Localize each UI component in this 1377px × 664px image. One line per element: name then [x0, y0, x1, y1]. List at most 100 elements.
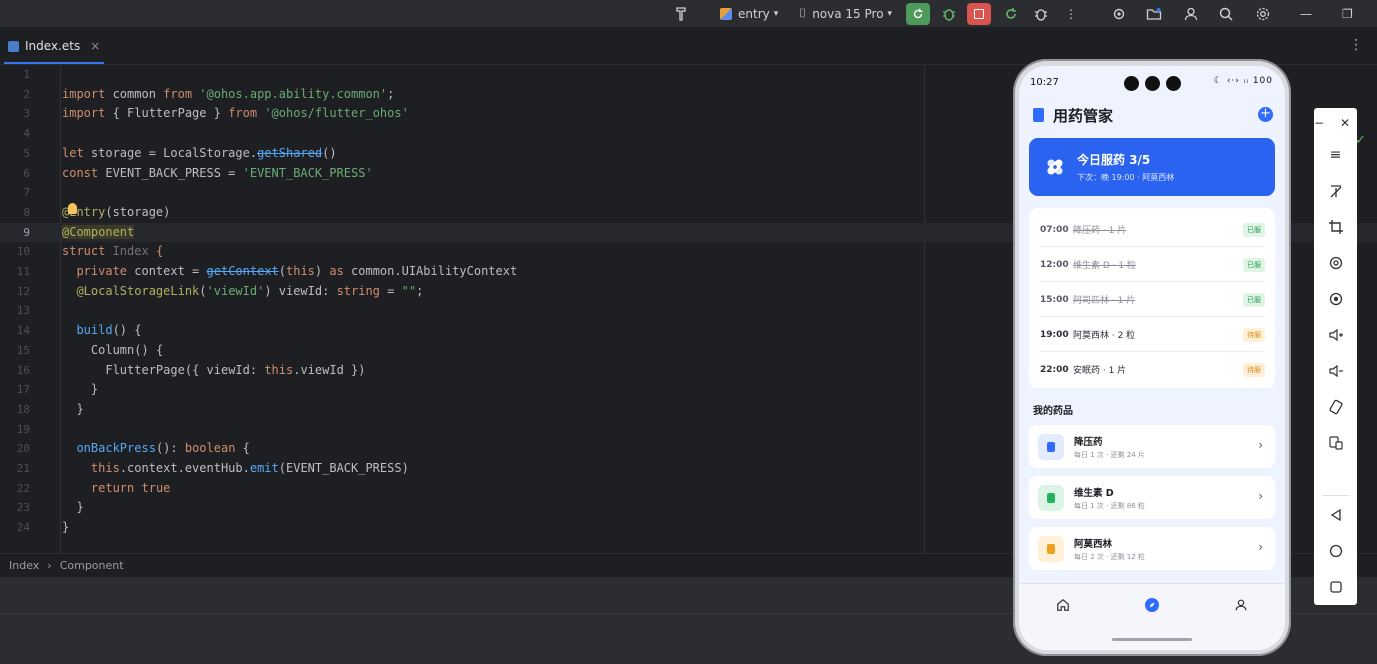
ide-window: entry ▾ ⌷ nova 15 Pro ▾ ⋮ — ❐ Index.ets …	[0, 0, 1377, 664]
line-number: 21	[16, 462, 30, 475]
schedule-row[interactable]: 07:00 降压药 · 1 片 已服	[1029, 212, 1275, 247]
home-indicator[interactable]	[1112, 638, 1192, 641]
target-icon[interactable]	[1110, 0, 1128, 27]
code-token: context =	[127, 264, 207, 278]
search-icon[interactable]	[1217, 0, 1235, 27]
emulator-close-icon[interactable]: ✕	[1334, 108, 1356, 138]
volume-up-icon[interactable]	[1314, 320, 1357, 350]
code-token: ({ viewId:	[184, 362, 265, 377]
schedule-row[interactable]: 22:00 安眠药 · 1 片 待服	[1029, 352, 1275, 387]
multi-screen-icon[interactable]	[1314, 428, 1357, 458]
code-token: ""	[401, 283, 417, 298]
medication-card[interactable]: 降压药 每日 1 次 · 还剩 24 片 ›	[1029, 425, 1275, 468]
build-tool-icon[interactable]	[674, 0, 692, 27]
more-actions-icon[interactable]: ⋮	[1065, 0, 1077, 27]
close-icon[interactable]: ×	[90, 39, 100, 53]
code-token: (storage)	[105, 204, 171, 219]
volume-down-icon[interactable]	[1314, 356, 1357, 386]
settings-gear-icon[interactable]	[1254, 0, 1272, 27]
stop-button[interactable]	[967, 0, 991, 27]
code-token: storage = LocalStorage.	[83, 145, 258, 160]
code-token: @Component	[62, 224, 135, 239]
nav-explore-icon[interactable]	[1144, 597, 1160, 613]
home-icon[interactable]	[1314, 536, 1357, 566]
chevron-right-icon: ›	[1258, 489, 1263, 503]
breadcrumb-separator: ›	[47, 559, 52, 572]
code-token: string	[336, 283, 380, 298]
run-button[interactable]	[906, 0, 930, 27]
code-token: }	[76, 500, 84, 515]
code-token: )	[314, 264, 330, 278]
code-token: Index	[105, 244, 156, 259]
camera-cutout	[1166, 76, 1181, 91]
today-summary-card[interactable]: 今日服药 3/5 下次：晚 19:00 · 阿莫西林	[1029, 138, 1275, 196]
module-icon	[720, 7, 732, 20]
pin-off-icon[interactable]	[1314, 176, 1357, 206]
rotate-device-icon[interactable]	[1314, 392, 1357, 422]
schedule-row[interactable]: 12:00 维生素 D · 1 粒 已服	[1029, 247, 1275, 282]
add-medication-button[interactable]: +	[1258, 107, 1273, 122]
debug-button[interactable]	[940, 0, 958, 27]
emulator-minimize-icon[interactable]: −	[1308, 108, 1330, 138]
code-token: import	[62, 106, 106, 121]
intention-bulb-icon[interactable]	[68, 203, 77, 214]
module-selector[interactable]: entry ▾	[720, 0, 778, 27]
device-selector[interactable]: ⌷ nova 15 Pro ▾	[799, 0, 892, 27]
folder-icon[interactable]	[1145, 0, 1163, 27]
line-number: 18	[16, 402, 30, 416]
rotate-icon[interactable]	[1314, 248, 1357, 278]
menu-icon[interactable]: ≡	[1314, 140, 1357, 170]
crop-icon[interactable]	[1314, 212, 1357, 242]
status-time: 10:27	[1030, 77, 1059, 88]
code-token: () {	[134, 342, 164, 357]
nav-home-icon[interactable]	[1055, 597, 1071, 613]
breadcrumb-item-index[interactable]: Index	[9, 559, 39, 572]
chevron-right-icon: ›	[1258, 438, 1263, 452]
recents-icon[interactable]	[1314, 572, 1357, 602]
code-token: @LocalStorageLink	[76, 283, 200, 298]
line-number: 17	[16, 383, 30, 397]
schedule-row[interactable]: 15:00 阿司匹林 · 1 片 已服	[1029, 282, 1275, 317]
code-token: EVENT_BACK_PRESS =	[98, 165, 243, 180]
code-token: {	[155, 244, 164, 259]
camera-cutout	[1124, 76, 1139, 91]
code-token: as	[329, 264, 344, 278]
status-bar: 10:27 ☾ ‹·› ᵢᵢ 100	[1019, 66, 1285, 100]
medication-card[interactable]: 阿莫西林 每日 2 次 · 还剩 12 粒 ›	[1029, 527, 1275, 570]
dose-time: 19:00	[1040, 329, 1069, 340]
medication-name: 阿莫西林	[1074, 539, 1113, 550]
schedule-row[interactable]: 19:00 阿莫西林 · 2 粒 待服	[1029, 317, 1275, 352]
code-token: () {	[112, 323, 142, 338]
code-token: (	[199, 283, 207, 298]
tab-options-icon[interactable]: ⋮	[1349, 37, 1363, 53]
code-token: .viewId })	[293, 362, 366, 377]
code-token: UIAbilityContext	[401, 264, 518, 278]
breadcrumb-item-component[interactable]: Component	[60, 559, 124, 572]
code-token: { FlutterPage }	[105, 106, 229, 121]
apply-changes-button[interactable]	[1002, 0, 1020, 27]
account-icon[interactable]	[1182, 0, 1200, 27]
medication-card[interactable]: 维生素 D 每日 1 次 · 还剩 86 粒 ›	[1029, 476, 1275, 519]
back-icon[interactable]	[1314, 500, 1357, 530]
profiler-button[interactable]	[1032, 0, 1050, 27]
dose-medication: 安眠药 · 1 片	[1073, 366, 1127, 376]
nav-profile-icon[interactable]	[1233, 597, 1249, 613]
screenshot-icon[interactable]	[1314, 284, 1357, 314]
line-number: 13	[16, 304, 30, 318]
tab-index-ets[interactable]: Index.ets ×	[8, 35, 100, 57]
restore-window-icon[interactable]: ❐	[1342, 0, 1353, 27]
code-token: private	[76, 264, 128, 278]
code-token: (EVENT_BACK_PRESS)	[278, 461, 409, 475]
line-number: 22	[16, 481, 30, 495]
code-token: const	[62, 165, 99, 180]
device-icon: ⌷	[799, 6, 807, 20]
device-label: nova 15 Pro	[812, 6, 884, 21]
line-number: 20	[16, 442, 30, 456]
code-token: (	[278, 264, 286, 278]
minimize-window-icon[interactable]: —	[1300, 0, 1312, 27]
code-token: emit	[249, 461, 279, 475]
phone-screen[interactable]: 10:27 ☾ ‹·› ᵢᵢ 100 用药管家 + 今日服药 3/5 下次：晚 …	[1019, 66, 1285, 650]
line-number: 24	[16, 521, 30, 535]
code-token: return	[90, 480, 135, 495]
